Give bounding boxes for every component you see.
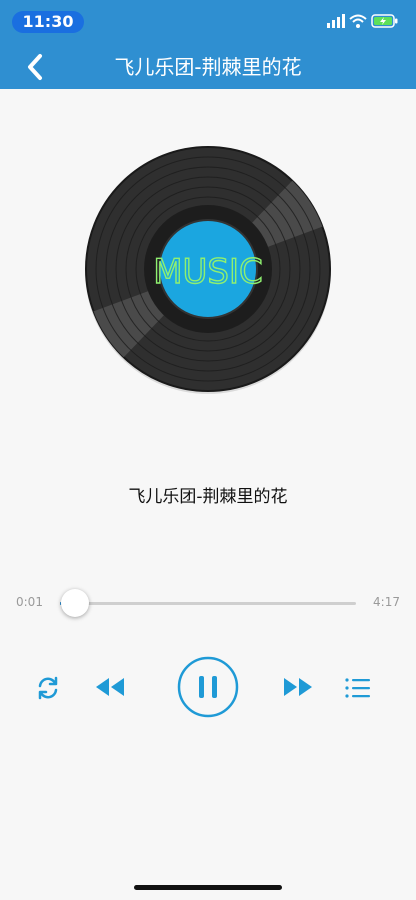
status-time: 11:30 bbox=[12, 11, 84, 33]
progress-track[interactable] bbox=[60, 602, 356, 605]
status-bar: 11:30 bbox=[0, 0, 416, 44]
vinyl-record-album-art: MUSIC bbox=[85, 146, 331, 394]
album-label-text: MUSIC bbox=[153, 252, 263, 292]
repeat-icon[interactable] bbox=[34, 674, 62, 702]
wifi-icon bbox=[349, 14, 367, 28]
back-button[interactable] bbox=[22, 52, 50, 82]
pause-button[interactable] bbox=[177, 656, 239, 718]
progress-thumb[interactable] bbox=[61, 589, 90, 617]
rewind-icon[interactable] bbox=[94, 676, 126, 698]
nav-bar: 飞儿乐团-荆棘里的花 bbox=[0, 44, 416, 89]
home-indicator bbox=[134, 885, 282, 890]
current-time: 0:01 bbox=[16, 595, 43, 609]
playlist-icon[interactable] bbox=[344, 676, 372, 700]
header: 11:30 飞儿乐团-荆棘里的花 bbox=[0, 0, 416, 89]
battery-icon bbox=[371, 14, 398, 28]
nav-title: 飞儿乐团-荆棘里的花 bbox=[114, 55, 302, 79]
song-title: 飞儿乐团-荆棘里的花 bbox=[128, 487, 288, 507]
fast-forward-icon[interactable] bbox=[282, 676, 314, 698]
signal-icon bbox=[327, 14, 345, 28]
total-time: 4:17 bbox=[373, 595, 400, 609]
